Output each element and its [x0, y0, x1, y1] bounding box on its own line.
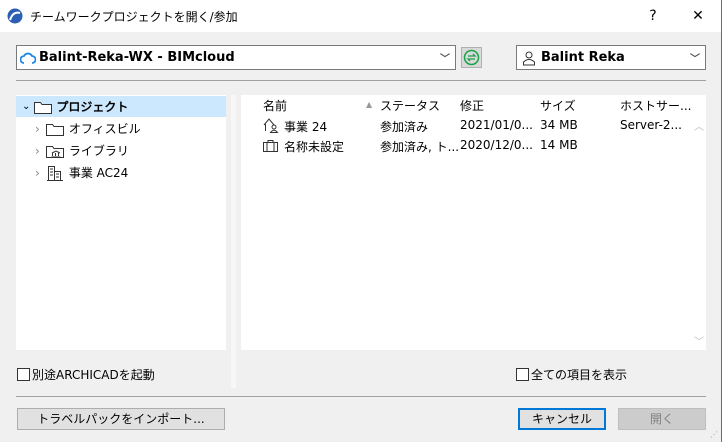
- project-status: 参加済み, ト...: [380, 140, 460, 154]
- project-table[interactable]: 名前 ▲ ステータス 修正 サイズ ホストサー... 事業 24 参加済み 20…: [241, 95, 706, 350]
- project-status: 参加済み: [380, 120, 429, 134]
- project-host: Server-2...: [620, 118, 682, 132]
- chevron-down-icon: ﹀: [440, 54, 450, 65]
- chevron-right-icon: ›: [35, 165, 40, 180]
- column-status[interactable]: ステータス: [380, 97, 440, 114]
- user-value: Balint Reka: [541, 50, 625, 65]
- chevron-down-icon: ﹀: [690, 54, 700, 65]
- column-name[interactable]: 名前: [263, 97, 287, 114]
- folder-icon: [34, 101, 53, 114]
- sort-asc-icon: ▲: [366, 100, 373, 109]
- splitter[interactable]: [231, 95, 236, 388]
- briefcase-icon: [263, 140, 278, 152]
- project-name: 事業 24: [284, 120, 328, 134]
- show-all-checkbox[interactable]: 全ての項目を表示: [516, 366, 627, 383]
- column-size[interactable]: サイズ: [540, 97, 576, 114]
- project-size: 34 MB: [540, 118, 578, 132]
- cloud-icon: [20, 52, 36, 64]
- user-icon: [523, 51, 535, 66]
- open-button[interactable]: 開く: [618, 408, 706, 430]
- help-button[interactable]: ?: [638, 4, 668, 28]
- tree-item-label: オフィスビル: [68, 122, 141, 136]
- checkbox-label: 別途ARCHICADを起動: [32, 368, 155, 382]
- window-title: チームワークプロジェクトを開く/参加: [30, 10, 238, 24]
- project-tree[interactable]: ⌄ プロジェクト › オフィスビル › ライブラリ › 事業 AC24: [16, 95, 226, 350]
- tree-item-library[interactable]: › ライブラリ: [16, 140, 129, 161]
- folder-icon: [45, 123, 64, 136]
- tree-item-ac24[interactable]: › 事業 AC24: [16, 162, 128, 183]
- checkbox[interactable]: [516, 368, 529, 381]
- close-button[interactable]: ✕: [683, 4, 713, 28]
- checkbox[interactable]: [17, 368, 30, 381]
- tree-item-label: ライブラリ: [68, 144, 129, 158]
- chevron-down-icon: ⌄: [22, 101, 31, 112]
- library-folder-icon: [45, 145, 64, 158]
- table-row[interactable]: 名称未設定 参加済み, ト... 2020/12/0... 14 MB: [241, 136, 691, 156]
- project-modified: 2021/01/0...: [460, 118, 533, 132]
- table-header: 名前 ▲ ステータス 修正 サイズ ホストサー...: [241, 95, 706, 115]
- sync-icon: [463, 49, 480, 66]
- archicad-logo-icon: [7, 8, 23, 24]
- chevron-right-icon: ›: [35, 121, 40, 136]
- scroll-down-icon[interactable]: ﹀: [694, 333, 704, 348]
- server-value: Balint-Reka-WX - BIMcloud: [39, 50, 235, 65]
- building-icon: [46, 165, 63, 181]
- tree-item-label: 事業 AC24: [68, 166, 129, 180]
- import-travelpack-button[interactable]: トラベルパックをインポート...: [17, 408, 225, 430]
- refresh-button[interactable]: [461, 47, 482, 68]
- tree-item-projects[interactable]: ⌄ プロジェクト: [16, 96, 226, 117]
- column-modified[interactable]: 修正: [460, 97, 484, 114]
- divider: [16, 396, 706, 397]
- launch-separate-checkbox[interactable]: 別途ARCHICADを起動: [17, 366, 155, 383]
- tree-item-office[interactable]: › オフィスビル: [16, 118, 141, 139]
- divider: [16, 80, 706, 81]
- cancel-button[interactable]: キャンセル: [518, 408, 606, 430]
- project-name: 名称未設定: [284, 140, 345, 154]
- tree-item-label: プロジェクト: [56, 100, 129, 114]
- scroll-up-icon[interactable]: ︿: [694, 118, 704, 133]
- server-select[interactable]: Balint-Reka-WX - BIMcloud ﹀: [16, 45, 456, 70]
- resize-grip-icon[interactable]: ⋰: [710, 430, 718, 439]
- table-row[interactable]: 事業 24 参加済み 2021/01/0... 34 MB Server-2..…: [241, 116, 691, 136]
- project-modified: 2020/12/0...: [460, 138, 533, 152]
- chevron-right-icon: ›: [35, 143, 40, 158]
- user-select[interactable]: Balint Reka ﹀: [516, 45, 706, 70]
- column-host[interactable]: ホストサー...: [620, 97, 691, 114]
- checkbox-label: 全ての項目を表示: [531, 368, 628, 382]
- teamwork-project-icon: [263, 118, 279, 133]
- title-bar: チームワークプロジェクトを開く/参加 ? ✕: [0, 0, 721, 32]
- project-size: 14 MB: [540, 138, 578, 152]
